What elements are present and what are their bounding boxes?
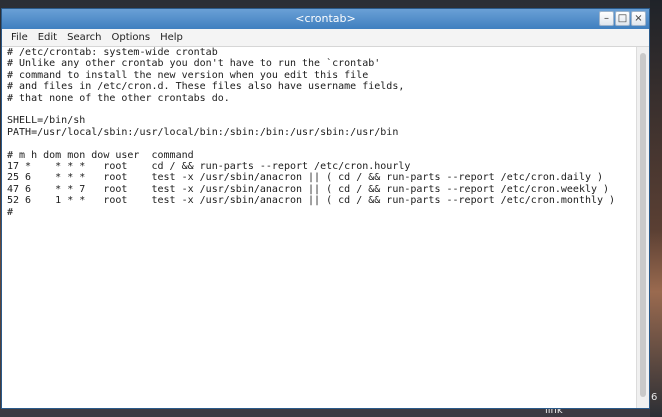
vertical-scrollbar[interactable] [636, 47, 649, 408]
maximize-icon[interactable]: □ [615, 11, 630, 26]
menu-options[interactable]: Options [110, 32, 151, 43]
close-icon[interactable]: × [631, 11, 646, 26]
desktop-edge-label: 6 [651, 392, 658, 403]
minimize-icon[interactable]: – [599, 11, 614, 26]
menu-search[interactable]: Search [66, 32, 102, 43]
menu-bar: File Edit Search Options Help [2, 29, 649, 47]
window-title: <crontab> [295, 12, 356, 25]
scrollbar-thumb[interactable] [640, 53, 646, 397]
text-editor-area[interactable]: # /etc/crontab: system-wide crontab # Un… [2, 47, 637, 408]
menu-help[interactable]: Help [159, 32, 184, 43]
menu-edit[interactable]: Edit [37, 32, 58, 43]
editor-content[interactable]: # /etc/crontab: system-wide crontab # Un… [2, 47, 637, 218]
menu-file[interactable]: File [10, 32, 29, 43]
text-editor-window: <crontab> – □ × File Edit Search Options… [1, 8, 650, 409]
title-bar[interactable]: <crontab> – □ × [2, 9, 649, 29]
desktop-background [650, 0, 662, 417]
